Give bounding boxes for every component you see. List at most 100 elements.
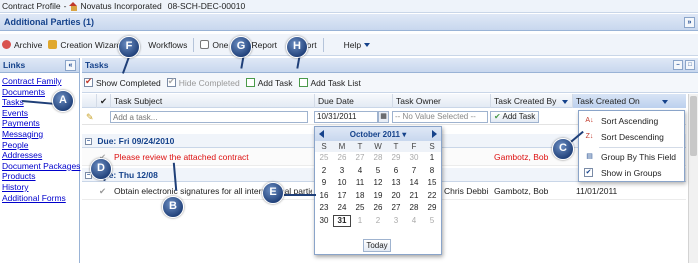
column-header-task-created-on[interactable]: Task Created On — [572, 94, 686, 108]
calendar-day[interactable]: 27 — [387, 202, 405, 215]
column-label: Due Date — [318, 96, 354, 106]
task-owner — [472, 148, 486, 166]
calendar-day[interactable]: 13 — [387, 177, 405, 190]
calendar-day[interactable]: 21 — [405, 190, 423, 203]
calendar-day[interactable]: 9 — [315, 177, 333, 190]
calendar-day[interactable]: 26 — [333, 152, 351, 165]
calendar-day[interactable]: 4 — [405, 215, 423, 228]
column-header-task-subject[interactable]: Task Subject — [110, 94, 314, 108]
column-header-task-created-by[interactable]: Task Created By — [490, 94, 572, 108]
collapse-group-icon[interactable]: – — [85, 138, 92, 146]
calendar-day[interactable]: 6 — [387, 165, 405, 178]
show-completed-button[interactable]: Show Completed — [84, 76, 161, 88]
calendar-day[interactable]: 7 — [405, 165, 423, 178]
menu-item-group-by-field[interactable]: ▤ Group By This Field — [579, 149, 684, 165]
calendar-icon[interactable]: ▦ — [378, 111, 389, 123]
sidebar-link[interactable]: People — [2, 140, 79, 151]
creation-wizard-button[interactable]: Creation Wizard — [48, 40, 121, 50]
task-subject[interactable]: Please review the attached contract — [114, 148, 312, 166]
calendar-day[interactable]: 2 — [369, 215, 387, 228]
calendar-day[interactable]: 17 — [333, 190, 351, 203]
hide-completed-button[interactable]: Hide Completed — [166, 76, 240, 88]
column-header-due-date[interactable]: Due Date — [314, 94, 392, 108]
calendar-day[interactable]: 30 — [315, 215, 333, 228]
archive-button[interactable]: Archive — [2, 40, 42, 50]
calendar-day[interactable]: 14 — [405, 177, 423, 190]
sidebar-link[interactable]: Addresses — [2, 150, 79, 161]
due-date-input[interactable]: 10/31/2011 — [314, 111, 378, 123]
calendar-day[interactable]: 5 — [369, 165, 387, 178]
menu-item-label: Sort Ascending — [601, 116, 659, 126]
calendar-day[interactable]: 24 — [333, 202, 351, 215]
calendar-day[interactable]: 28 — [405, 202, 423, 215]
company-name[interactable]: Novatus Incorporated — [80, 1, 161, 11]
calendar-day[interactable]: 25 — [351, 202, 369, 215]
calendar-day[interactable]: 2 — [315, 165, 333, 178]
sidebar-link[interactable]: Products — [2, 171, 79, 182]
sidebar-link[interactable]: Messaging — [2, 129, 79, 140]
add-task-row-button[interactable]: ✔ Add Task — [490, 111, 540, 123]
minimize-icon[interactable]: – — [673, 60, 683, 70]
calendar-day[interactable]: 20 — [387, 190, 405, 203]
scrollbar-thumb[interactable] — [690, 96, 697, 156]
complete-column[interactable]: ✔ — [96, 94, 110, 108]
calendar-day[interactable]: 25 — [315, 152, 333, 165]
column-menu: A↓ Sort Ascending Z↓ Sort Descending ▤ G… — [578, 110, 685, 182]
complete-check-icon[interactable]: ✔ — [99, 182, 106, 200]
calendar-day[interactable]: 3 — [333, 165, 351, 178]
help-button[interactable]: Help — [344, 40, 371, 50]
calendar-day[interactable]: 1 — [423, 152, 441, 165]
new-task-subject-input[interactable] — [110, 111, 308, 123]
calendar-day[interactable]: 23 — [315, 202, 333, 215]
next-month-icon[interactable] — [432, 130, 437, 138]
maximize-icon[interactable]: □ — [685, 60, 695, 70]
calendar-day[interactable]: 30 — [405, 152, 423, 165]
today-button[interactable]: Today — [363, 239, 391, 252]
calendar-day[interactable]: 3 — [387, 215, 405, 228]
hide-completed-checkbox-icon — [166, 76, 176, 87]
column-header-task-owner[interactable]: Task Owner — [392, 94, 490, 108]
add-task-toolbar-button[interactable]: Add Task — [245, 77, 293, 88]
calendar-day[interactable]: 19 — [369, 190, 387, 203]
calendar-day[interactable]: 10 — [333, 177, 351, 190]
collapse-left-icon[interactable]: « — [65, 60, 76, 71]
menu-item-sort-descending[interactable]: Z↓ Sort Descending — [579, 129, 684, 145]
calendar-day[interactable]: 12 — [369, 177, 387, 190]
calendar-day[interactable]: 28 — [369, 152, 387, 165]
calendar-day[interactable]: 8 — [423, 165, 441, 178]
menu-item-show-in-groups[interactable]: ✔ Show in Groups — [579, 165, 684, 181]
vertical-scrollbar[interactable] — [688, 94, 698, 263]
calendar-day[interactable]: 29 — [423, 202, 441, 215]
calendar-day[interactable]: 29 — [387, 152, 405, 165]
workflows-button[interactable]: Workflows — [148, 40, 187, 50]
page-title: Contract Profile — [2, 1, 61, 11]
calendar-day[interactable]: 27 — [351, 152, 369, 165]
calendar-day[interactable]: 15 — [423, 177, 441, 190]
calendar-day[interactable]: 1 — [351, 215, 369, 228]
sidebar-link[interactable]: Document Packages — [2, 161, 80, 172]
calendar-day[interactable]: 5 — [423, 215, 441, 228]
column-label: Task Owner — [396, 96, 441, 106]
calendar-day[interactable]: 22 — [423, 190, 441, 203]
calendar-day[interactable]: 11 — [351, 177, 369, 190]
calendar-day[interactable]: 26 — [369, 202, 387, 215]
sidebar-link[interactable]: Payments — [2, 118, 79, 129]
add-task-list-button[interactable]: Add Task List — [298, 78, 361, 88]
sidebar-link[interactable]: History — [2, 182, 79, 193]
calendar-month-label[interactable]: October 2011 ▾ — [350, 130, 407, 139]
sidebar-link[interactable]: Additional Forms — [2, 193, 79, 204]
task-owner-select[interactable]: -- No Value Selected -- — [392, 111, 488, 123]
sidebar-link[interactable]: Contract Family — [2, 76, 79, 87]
additional-parties-header[interactable]: Additional Parties (1) » — [0, 14, 698, 31]
tasks-header: Tasks – □ — [82, 58, 698, 73]
links-header: Links « — [0, 58, 79, 73]
calendar-day[interactable]: 16 — [315, 190, 333, 203]
column-menu-arrow-icon[interactable] — [661, 99, 668, 104]
calendar-day[interactable]: 4 — [351, 165, 369, 178]
double-chevron-down-icon[interactable]: » — [684, 17, 695, 28]
prev-month-icon[interactable] — [319, 130, 324, 138]
menu-item-sort-ascending[interactable]: A↓ Sort Ascending — [579, 113, 684, 129]
calendar-day[interactable]: 31 — [333, 214, 351, 227]
add-task-label: Add Task — [257, 77, 293, 88]
calendar-day[interactable]: 18 — [351, 190, 369, 203]
